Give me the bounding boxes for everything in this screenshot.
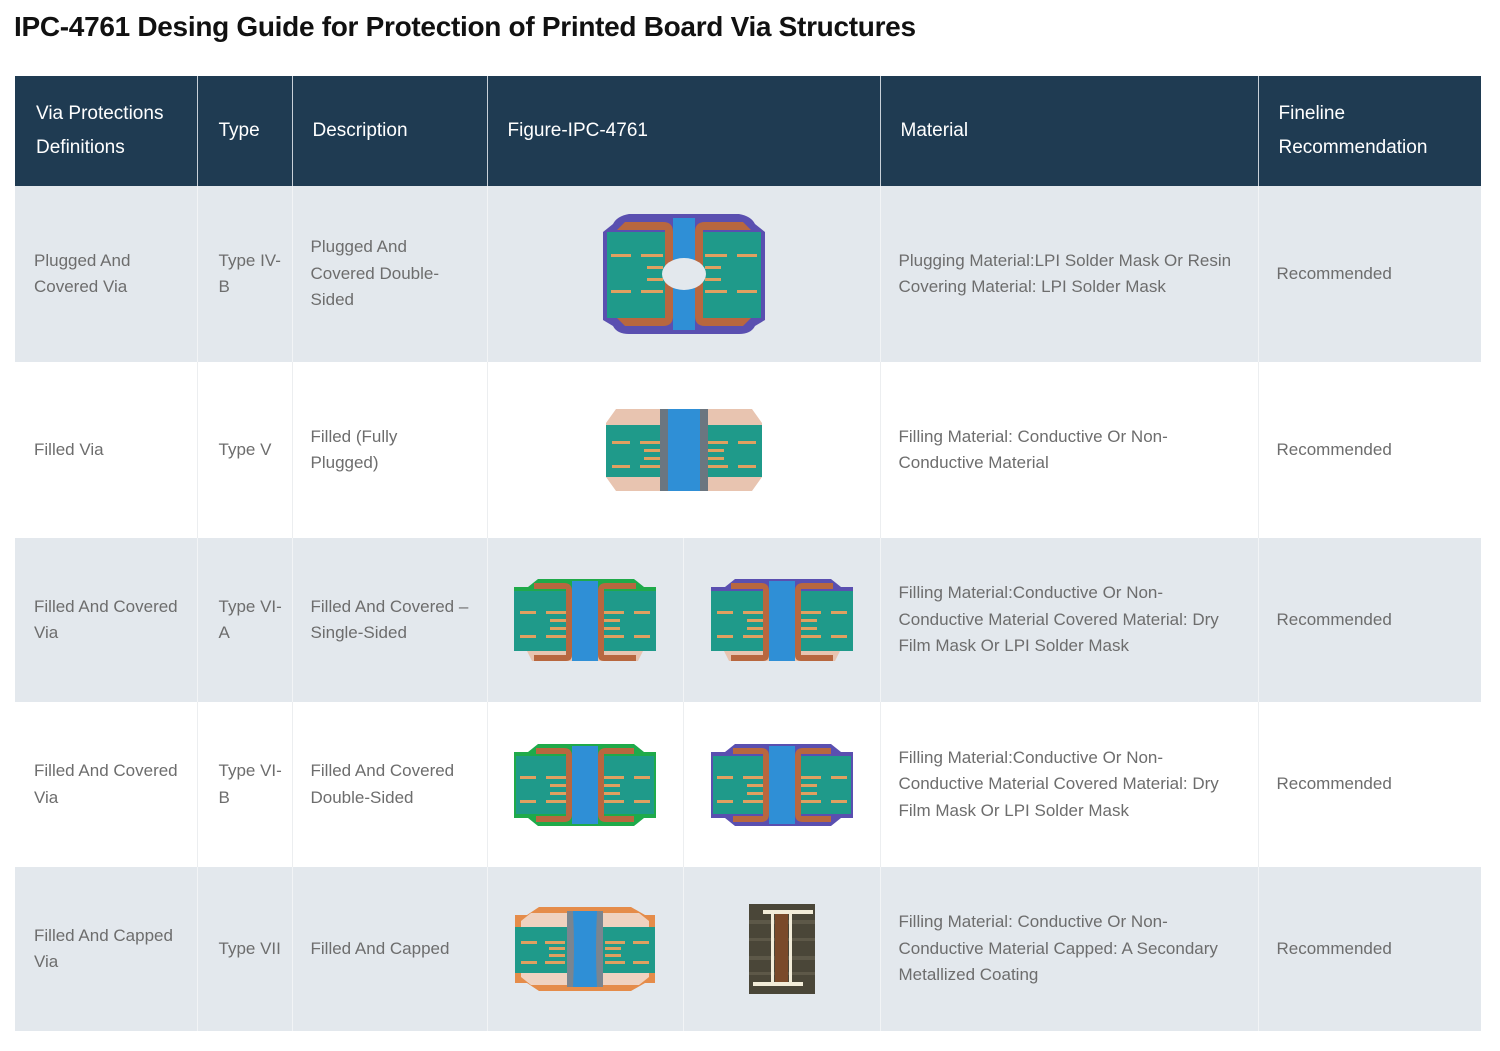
plugged-covered-double-sided-via-figure [602,214,765,334]
cell-figure [486,702,684,867]
header-definitions: Via Protections Definitions [15,76,197,186]
cell-type: Type IV-B [196,186,292,362]
cell-material: Filling Material:Conductive Or Non-Condu… [879,702,1258,867]
filled-covered-double-sided-purple-mask-figure [710,743,853,826]
cell-figure [486,186,880,362]
filled-capped-via-figure [515,907,656,991]
filled-capped-via-cross-section-photo [748,904,815,994]
cell-description: Filled And Covered – Single-Sided [291,538,487,702]
table-row: Filled And Covered Via Type VI-B Filled … [15,702,1481,867]
cell-material: Plugging Material:LPI Solder Mask Or Res… [879,186,1258,362]
cell-type: Type VI-A [196,538,292,702]
cell-recommendation: Recommended [1257,867,1481,1031]
header-description: Description [291,76,487,186]
table-header-row: Via Protections Definitions Type Descrip… [15,76,1481,186]
cell-figure [683,702,880,867]
filled-covered-single-sided-purple-mask-figure [710,579,853,661]
cell-definition: Filled Via [15,362,197,538]
cell-material: Filling Material: Conductive Or Non-Cond… [879,362,1258,538]
page-title: IPC-4761 Desing Guide for Protection of … [14,11,916,42]
cell-type: Type V [196,362,292,538]
cell-description: Plugged And Covered Double-Sided [291,186,487,362]
cell-description: Filled And Capped [291,867,487,1031]
cell-definition: Filled And Capped Via [15,867,197,1031]
cell-description: Filled And Covered Double-Sided [291,702,487,867]
cell-type: Type VII [196,867,292,1031]
filled-via-figure [605,409,762,491]
header-material: Material [879,76,1258,186]
cell-recommendation: Recommended [1257,702,1481,867]
filled-covered-single-sided-green-mask-figure [514,579,657,661]
header-recommendation: Fineline Recommendation [1257,76,1481,186]
cell-description: Filled (Fully Plugged) [291,362,487,538]
cell-figure [683,867,880,1031]
cell-definition: Plugged And Covered Via [15,186,197,362]
header-type: Type [196,76,292,186]
cell-figure [486,362,880,538]
cell-definition: Filled And Covered Via [15,702,197,867]
filled-covered-double-sided-green-mask-figure [514,743,657,826]
cell-recommendation: Recommended [1257,186,1481,362]
table-row: Filled Via Type V Filled (Fully Plugged) [15,362,1481,538]
table-row: Filled And Covered Via Type VI-A Filled … [15,538,1481,702]
cell-figure [486,867,684,1031]
cell-material: Filling Material: Conductive Or Non-Cond… [879,867,1258,1031]
cell-figure [486,538,684,702]
cell-definition: Filled And Covered Via [15,538,197,702]
table-row: Filled And Capped Via Type VII Filled An… [15,867,1481,1031]
cell-material: Filling Material:Conductive Or Non-Condu… [879,538,1258,702]
cell-type: Type VI-B [196,702,292,867]
cell-recommendation: Recommended [1257,538,1481,702]
cell-figure [683,538,880,702]
table-row: Plugged And Covered Via Type IV-B Plugge… [15,186,1481,362]
cell-recommendation: Recommended [1257,362,1481,538]
header-figure: Figure-IPC-4761 [486,76,880,186]
via-protection-table: Via Protections Definitions Type Descrip… [15,76,1481,1031]
